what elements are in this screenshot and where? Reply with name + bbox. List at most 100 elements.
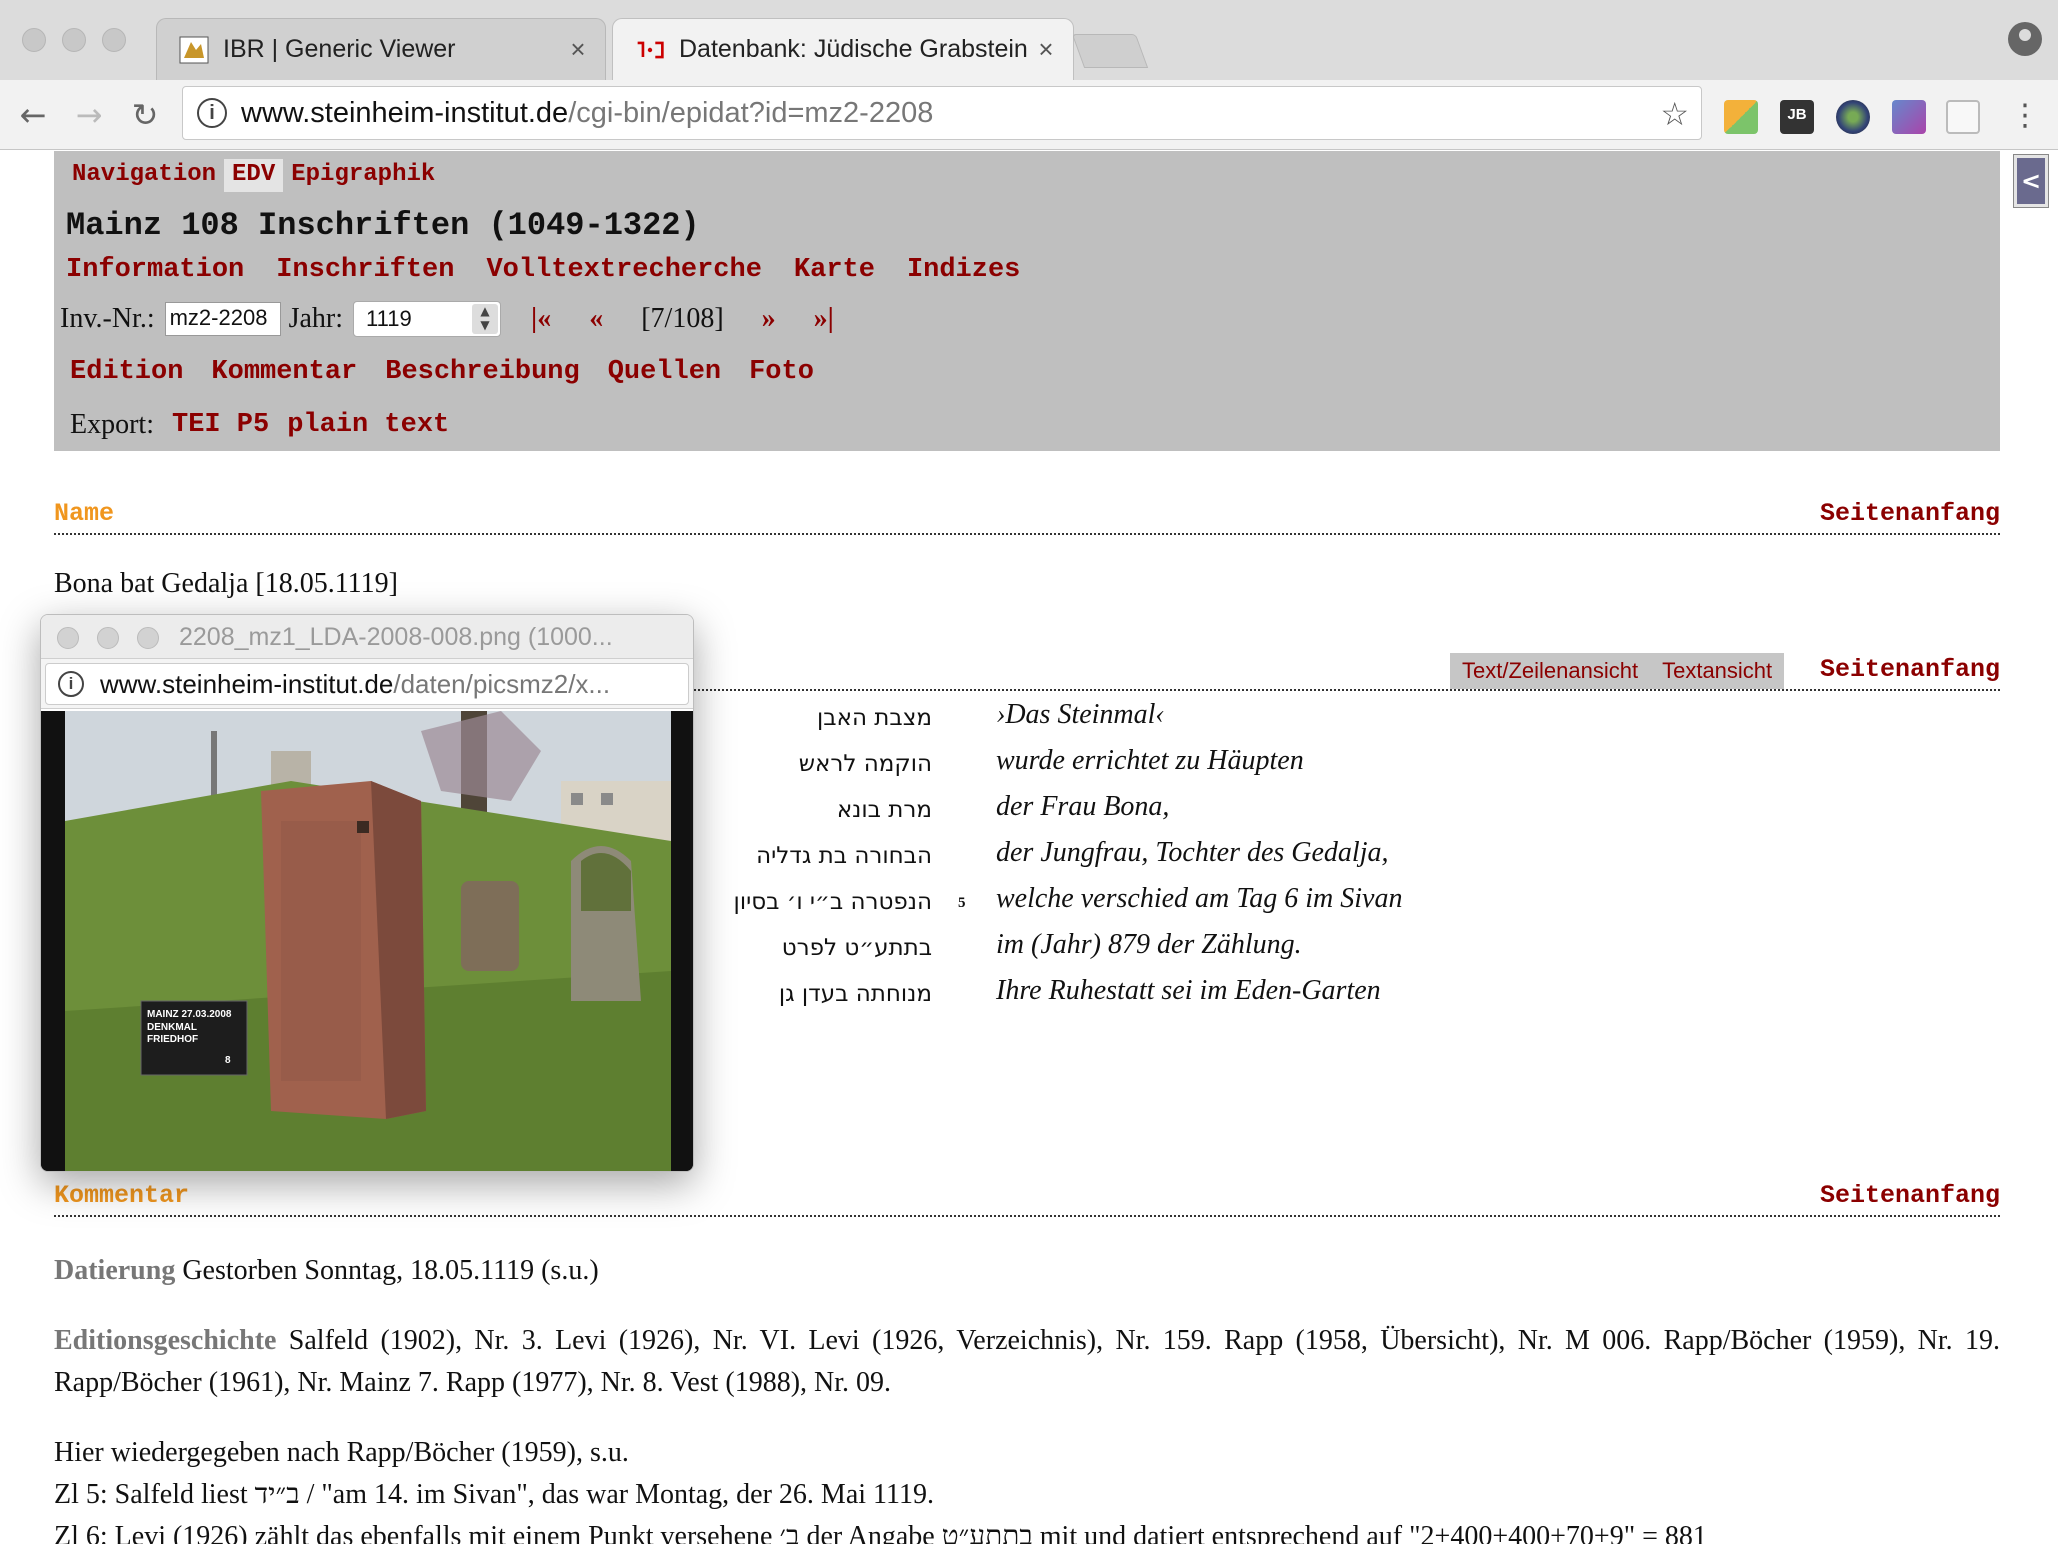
browser-tab-bar: IBR | Generic Viewer × Datenbank: Jüdisc…	[0, 0, 2058, 80]
extension-color-picker-icon[interactable]	[1836, 100, 1870, 134]
section-link-quellen[interactable]: Quellen	[608, 357, 721, 387]
first-record-link[interactable]: |«	[531, 303, 551, 335]
back-arrow-icon[interactable]: ←	[10, 92, 56, 138]
inscription-line: מנוחתה בעדן גן Ihre Ruhestatt sei im Ede…	[700, 975, 2000, 1021]
info-icon[interactable]: i	[58, 671, 84, 697]
extension-image-icon[interactable]	[1892, 100, 1926, 134]
kommentar-section-header: Kommentar Seitenanfang	[54, 1181, 2000, 1217]
tab-datenbank[interactable]: Datenbank: Jüdische Grabstein ×	[612, 18, 1074, 80]
back-to-top-link[interactable]: Seitenanfang	[1820, 499, 2000, 528]
ibr-favicon-icon	[179, 35, 209, 65]
export-bar: Export: TEI P5 plain text	[70, 409, 449, 441]
view-toggle: Text/Zeilenansicht Textansicht	[1450, 653, 1785, 689]
info-icon[interactable]: i	[197, 98, 227, 128]
inv-label: Inv.-Nr.:	[60, 303, 155, 334]
nav-link-epigraphik[interactable]: Epigraphik	[283, 159, 443, 192]
top-navigation: Navigation EDV Epigraphik	[64, 159, 443, 192]
address-bar[interactable]: i www.steinheim-institut.de/cgi-bin/epid…	[182, 86, 1702, 140]
nav-link-edv[interactable]: EDV	[224, 159, 284, 192]
editionsgeschichte-label: Editionsgeschichte	[54, 1325, 277, 1356]
inscription-line: הוקמה לראש wurde errichtet zu Häupten	[700, 745, 2000, 791]
next-record-link[interactable]: »	[762, 303, 776, 335]
export-tei-link[interactable]: TEI P5	[172, 410, 269, 440]
german-translation: ›Das Steinmal‹	[996, 699, 1165, 730]
jahr-select[interactable]: 1119 ▲ ▼	[353, 301, 502, 337]
previous-record-link[interactable]: «	[589, 303, 603, 335]
url-path: /cgi-bin/epidat?id=mz2-2208	[568, 96, 934, 129]
section-link-foto[interactable]: Foto	[749, 357, 814, 387]
url-host: www.steinheim-institut.de	[241, 96, 569, 129]
german-translation: der Jungfrau, Tochter des Gedalja,	[996, 837, 1389, 868]
kommentar-heading: Kommentar	[54, 1181, 190, 1210]
name-heading: Name	[54, 499, 115, 528]
nav-link-inschriften[interactable]: Inschriften	[276, 255, 454, 285]
export-plain-text-link[interactable]: plain text	[287, 410, 449, 440]
datierung-label: Datierung	[54, 1255, 176, 1286]
window-minimize-button[interactable]	[62, 28, 86, 52]
kommentar-notes: Hier wiedergegeben nach Rapp/Böcher (195…	[54, 1432, 2000, 1544]
popup-address-field[interactable]: i www.steinheim-institut.de/daten/picsmz…	[45, 663, 689, 705]
section-link-kommentar[interactable]: Kommentar	[211, 357, 357, 387]
browser-toolbar: ← → ↻ i www.steinheim-institut.de/cgi-bi…	[0, 80, 2058, 150]
select-arrows-icon: ▲ ▼	[472, 304, 499, 334]
image-popup-window[interactable]: 2208_mz1_LDA-2008-008.png (1000... i www…	[40, 614, 694, 1172]
text-view-link[interactable]: Textansicht	[1662, 658, 1772, 684]
new-tab-button[interactable]	[1071, 34, 1149, 68]
popup-zoom-button[interactable]	[137, 627, 159, 649]
back-to-top-link[interactable]: Seitenanfang	[1820, 655, 2000, 684]
extension-jb-icon[interactable]: JB	[1780, 100, 1814, 134]
german-translation: im (Jahr) 879 der Zählung.	[996, 929, 1302, 960]
tab-generic-viewer[interactable]: IBR | Generic Viewer ×	[156, 18, 606, 80]
note-line: Zl 5: Salfeld liest ב״יד / "am 14. im Si…	[54, 1479, 934, 1510]
main-navigation: Information Inschriften Volltextrecherch…	[66, 255, 1020, 285]
tab-close-icon[interactable]: ×	[1031, 34, 1061, 65]
popup-title: 2208_mz1_LDA-2008-008.png (1000...	[179, 623, 613, 651]
german-translation: der Frau Bona,	[996, 791, 1170, 822]
nav-link-navigation[interactable]: Navigation	[64, 159, 224, 192]
last-record-link[interactable]: »|	[814, 303, 834, 335]
export-label: Export:	[70, 409, 154, 440]
popup-title-bar[interactable]: 2208_mz1_LDA-2008-008.png (1000...	[41, 615, 693, 659]
section-link-edition[interactable]: Edition	[70, 357, 183, 387]
editionsgeschichte-text: Salfeld (1902), Nr. 3. Levi (1926), Nr. …	[54, 1325, 2000, 1398]
forward-arrow-icon[interactable]: →	[66, 92, 112, 138]
nav-link-information[interactable]: Information	[66, 255, 244, 285]
name-section-header: Name Seitenanfang	[54, 499, 2000, 535]
popup-url-path: /daten/picsmz2/x...	[393, 668, 611, 699]
inscription-line: בתתע״ט לפרט im (Jahr) 879 der Zählung.	[700, 929, 2000, 975]
inv-number-input[interactable]: mz2-2208	[164, 302, 281, 336]
note-line: Zl 6: Levi (1926) zählt das ebenfalls mi…	[54, 1521, 1707, 1544]
section-link-beschreibung[interactable]: Beschreibung	[385, 357, 579, 387]
extension-code-icon[interactable]	[1946, 100, 1980, 134]
kommentar-body: Datierung Gestorben Sonntag, 18.05.1119 …	[54, 1250, 2000, 1544]
database-title: Mainz 108 Inschriften (1049-1322)	[66, 207, 700, 244]
nav-link-indizes[interactable]: Indizes	[907, 255, 1020, 285]
german-translation: wurde errichtet zu Häupten	[996, 745, 1304, 776]
nav-link-volltextrecherche[interactable]: Volltextrecherche	[486, 255, 761, 285]
window-close-button[interactable]	[22, 28, 46, 52]
side-panel-toggle-icon[interactable]: <	[2013, 154, 2049, 208]
bookmark-star-icon[interactable]: ☆	[1660, 95, 1689, 133]
jahr-value: 1119	[366, 306, 412, 331]
popup-url-host: www.steinheim-institut.de	[100, 668, 394, 699]
inscription-line: מרת בונא der Frau Bona,	[700, 791, 2000, 837]
popup-minimize-button[interactable]	[97, 627, 119, 649]
back-to-top-link[interactable]: Seitenanfang	[1820, 1181, 2000, 1210]
line-number: 5	[958, 895, 966, 911]
epidat-favicon-icon	[635, 35, 665, 65]
browser-menu-icon[interactable]: ⋮	[2010, 98, 2040, 133]
extension-cube-icon[interactable]	[1724, 100, 1758, 134]
profile-icon[interactable]	[2008, 22, 2042, 56]
popup-close-button[interactable]	[57, 627, 79, 649]
tab-close-icon[interactable]: ×	[563, 34, 593, 65]
note-line: Hier wiedergegeben nach Rapp/Böcher (195…	[54, 1437, 629, 1468]
nav-link-karte[interactable]: Karte	[794, 255, 875, 285]
sign-line: FRIEDHOF	[147, 1034, 198, 1045]
line-view-link[interactable]: Text/Zeilenansicht	[1462, 658, 1638, 684]
database-navigation: Navigation EDV Epigraphik Mainz 108 Insc…	[54, 151, 2000, 451]
record-navigation-form: Inv.-Nr.: mz2-2208 Jahr: 1119 ▲ ▼ |« « [7…	[60, 301, 848, 337]
reload-icon[interactable]: ↻	[122, 92, 168, 138]
window-zoom-button[interactable]	[102, 28, 126, 52]
inscription-line: הבחורה בת גדליה der Jungfrau, Tochter de…	[700, 837, 2000, 883]
datierung-text: Gestorben Sonntag, 18.05.1119 (s.u.)	[175, 1255, 599, 1286]
